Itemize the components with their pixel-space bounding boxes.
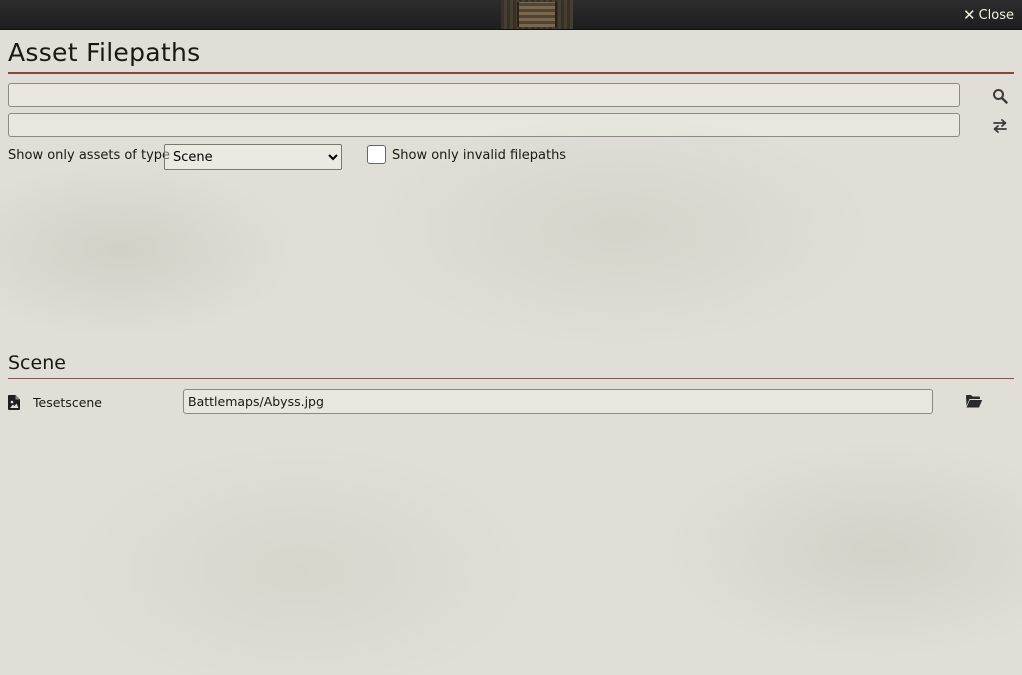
file-image-icon bbox=[8, 395, 20, 410]
filter-row: Show only assets of type Scene Show only… bbox=[8, 143, 1014, 170]
type-filter-label: Show only assets of type bbox=[8, 148, 171, 163]
section-divider bbox=[8, 378, 1014, 379]
invalid-filepaths-label: Show only invalid filepaths bbox=[392, 148, 567, 163]
close-icon: ✕ bbox=[963, 5, 976, 24]
search-icon[interactable] bbox=[992, 88, 1008, 104]
asset-row: Tesetscene bbox=[8, 387, 1014, 417]
asset-type-select[interactable]: Scene bbox=[164, 144, 342, 170]
title-divider bbox=[8, 72, 1014, 74]
asset-path-input[interactable] bbox=[183, 389, 933, 414]
folder-open-icon[interactable] bbox=[965, 394, 983, 409]
find-input[interactable] bbox=[8, 83, 960, 107]
invalid-filepaths-checkbox[interactable] bbox=[367, 145, 386, 164]
asset-name: Tesetscene bbox=[33, 395, 102, 410]
exchange-icon[interactable] bbox=[992, 118, 1008, 134]
close-label: Close bbox=[978, 7, 1014, 23]
asset-filepaths-window: Asset Filepaths Show only assets of type… bbox=[0, 30, 1022, 675]
app-topbar: ✕ Close bbox=[0, 0, 1022, 30]
page-title: Asset Filepaths bbox=[8, 38, 201, 67]
section-title: Scene bbox=[8, 352, 66, 374]
close-button[interactable]: ✕ Close bbox=[963, 6, 1014, 24]
replace-input[interactable] bbox=[8, 113, 960, 137]
topbar-emblem bbox=[501, 0, 573, 29]
